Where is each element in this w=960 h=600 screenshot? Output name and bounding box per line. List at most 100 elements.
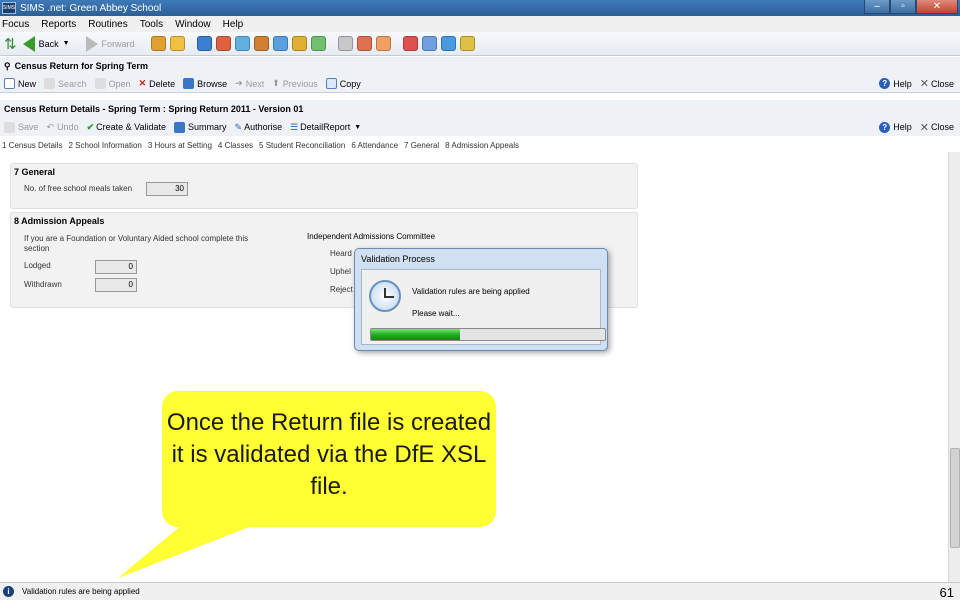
delete-button[interactable]: ✕ Delete	[139, 78, 176, 89]
open-folder-icon	[94, 78, 106, 89]
callout-text: Once the Return file is created it is va…	[166, 409, 492, 500]
create-validate-button[interactable]: ✔ Create & Validate	[87, 122, 166, 133]
annotation-callout: Once the Return file is created it is va…	[162, 391, 496, 527]
delete-label: Delete	[149, 78, 176, 89]
detail-report-button[interactable]: ☰ DetailReport ▼	[290, 122, 367, 133]
back-dropdown-icon[interactable]: ▼	[63, 40, 70, 47]
quick-launch-icon[interactable]	[169, 36, 185, 51]
quick-launch-icon[interactable]	[196, 36, 212, 51]
menu-tools[interactable]: Tools	[140, 19, 163, 30]
quick-launch-icon[interactable]	[402, 36, 418, 51]
copy-button[interactable]: Copy	[325, 78, 361, 89]
scrollbar-thumb[interactable]	[950, 448, 960, 548]
refresh-icon[interactable]: ⇅	[4, 35, 17, 53]
menu-focus[interactable]: Focus	[2, 19, 29, 30]
validation-progress-bar	[370, 328, 606, 341]
new-icon	[4, 78, 15, 89]
undo-button[interactable]: ↶ Undo	[47, 122, 79, 133]
delete-x-icon: ✕	[138, 78, 147, 88]
census-details-panel-header: Census Return Details - Spring Term : Sp…	[0, 100, 960, 118]
help-icon: ?	[879, 78, 891, 89]
withdrawn-label: Withdrawn	[24, 280, 62, 289]
browse-button[interactable]: Browse	[183, 78, 227, 89]
quick-launch-icon[interactable]	[421, 36, 437, 51]
save-label: Save	[18, 122, 39, 132]
outer-help-button[interactable]: Help	[893, 79, 912, 89]
search-button[interactable]: Search	[44, 78, 87, 89]
next-button[interactable]: ➔ Next	[235, 78, 264, 89]
menu-window[interactable]: Window	[175, 19, 211, 30]
browse-label: Browse	[197, 78, 228, 89]
quick-launch-icon[interactable]	[291, 36, 307, 51]
quick-launch-icon[interactable]	[310, 36, 326, 51]
undo-label: Undo	[57, 122, 79, 132]
upheld-label: Uphel	[330, 267, 351, 276]
dialog-message: Validation rules are being applied	[412, 287, 530, 296]
appeals-section-title: 8 Admission Appeals	[14, 216, 105, 226]
detail-report-dropdown-icon[interactable]: ▼	[354, 124, 361, 131]
previous-button[interactable]: ⬆ Previous	[272, 78, 318, 89]
open-label: Open	[108, 78, 131, 89]
dialog-title: Validation Process	[361, 254, 435, 264]
clock-minute-hand	[385, 296, 394, 298]
summary-button[interactable]: Summary	[174, 121, 227, 133]
search-label: Search	[58, 78, 87, 89]
menu-bar: Focus Reports Routines Tools Window Help	[0, 16, 960, 32]
undo-icon: ↶	[46, 121, 55, 132]
minimize-button[interactable]: –	[864, 0, 890, 14]
committee-title: Independent Admissions Committee	[307, 232, 436, 241]
quick-launch-icon[interactable]	[337, 36, 353, 51]
tab-school-information[interactable]: 2 School Information	[68, 141, 141, 150]
quick-launch-icon[interactable]	[234, 36, 250, 51]
withdrawn-input[interactable]: 0	[95, 278, 137, 292]
maximize-button[interactable]: ▫	[890, 0, 916, 14]
fsm-label: No. of free school meals taken	[24, 184, 133, 193]
tab-attendance[interactable]: 6 Attendance	[351, 141, 398, 150]
inner-help-button[interactable]: Help	[893, 122, 912, 132]
previous-arrow-icon: ⬆	[272, 78, 280, 88]
save-button[interactable]: Save	[4, 121, 39, 133]
copy-icon	[325, 78, 337, 89]
quick-launch-icon[interactable]	[356, 36, 372, 51]
tab-student-reconciliation[interactable]: 5 Student Reconciliation	[259, 141, 345, 150]
quick-launch-icon[interactable]	[215, 36, 231, 51]
outer-close-button[interactable]: Close	[931, 79, 954, 89]
menu-help[interactable]: Help	[223, 19, 244, 30]
next-label: Next	[245, 78, 265, 89]
fsm-input[interactable]: 30	[146, 182, 188, 196]
back-button[interactable]: Back ▼	[22, 35, 76, 52]
vertical-scrollbar[interactable]	[948, 152, 960, 582]
quick-launch-icon[interactable]	[272, 36, 288, 51]
quick-launch-icon[interactable]	[253, 36, 269, 51]
lodged-input[interactable]: 0	[95, 260, 137, 274]
close-window-button[interactable]: ✕	[916, 0, 958, 14]
quick-launch-icon[interactable]	[459, 36, 475, 51]
new-button[interactable]: New	[4, 78, 36, 89]
report-list-icon: ☰	[290, 121, 299, 132]
forward-button[interactable]: Forward	[85, 35, 135, 52]
tab-census-details[interactable]: 1 Census Details	[2, 141, 62, 150]
quick-launch-icon[interactable]	[375, 36, 391, 51]
open-button[interactable]: Open	[94, 78, 131, 89]
create-validate-label: Create & Validate	[96, 122, 166, 132]
inner-panel-title: Census Return Details - Spring Term : Sp…	[4, 104, 304, 114]
authorise-button[interactable]: ✎ Authorise	[235, 122, 283, 133]
info-icon: i	[3, 586, 14, 597]
status-text: Validation rules are being applied	[22, 587, 140, 596]
menu-routines[interactable]: Routines	[88, 19, 127, 30]
general-section-title: 7 General	[14, 167, 56, 177]
tab-admission-appeals[interactable]: 8 Admission Appeals	[445, 141, 519, 150]
save-icon	[4, 121, 15, 133]
tab-hours-at-setting[interactable]: 3 Hours at Setting	[148, 141, 212, 150]
sims-app-icon: SIMS	[2, 2, 16, 14]
tab-general[interactable]: 7 General	[404, 141, 439, 150]
quick-launch-icon[interactable]	[150, 36, 166, 51]
status-bar: i Validation rules are being applied	[0, 582, 960, 600]
inner-panel-toolbar: Save ↶ Undo ✔ Create & Validate Summary ✎ A…	[0, 118, 960, 136]
next-arrow-icon: ➔	[235, 78, 243, 88]
main-toolbar: ⇅ Back ▼ Forward	[0, 32, 960, 56]
menu-reports[interactable]: Reports	[41, 19, 76, 30]
quick-launch-icon[interactable]	[440, 36, 456, 51]
tab-classes[interactable]: 4 Classes	[218, 141, 253, 150]
inner-close-button[interactable]: Close	[931, 122, 954, 132]
